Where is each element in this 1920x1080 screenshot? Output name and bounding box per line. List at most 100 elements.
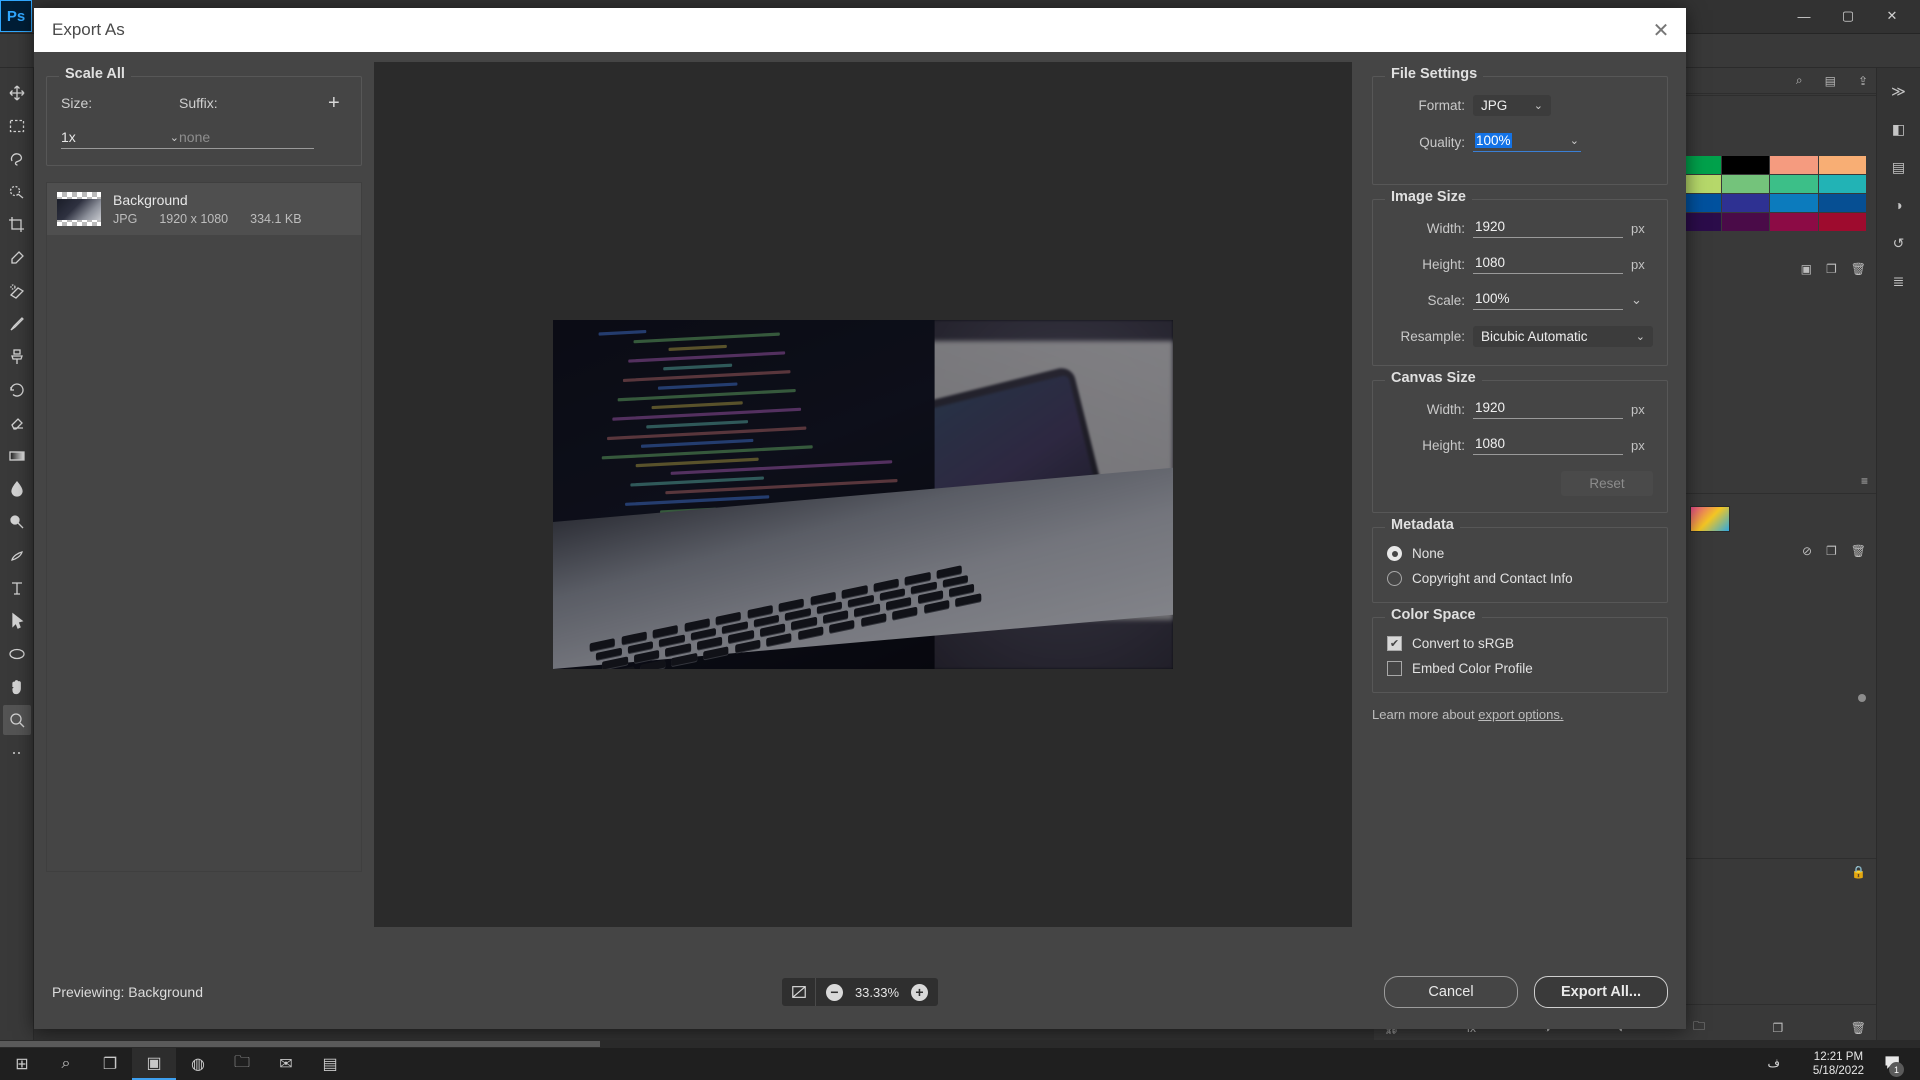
search-icon[interactable]: ⌕ [1796, 73, 1803, 88]
crop-tool-icon[interactable] [3, 210, 31, 240]
metadata-copyright-option[interactable]: Copyright and Contact Info [1387, 571, 1653, 586]
eyedropper-tool-icon[interactable] [3, 243, 31, 273]
hand-tool-icon[interactable] [3, 672, 31, 702]
swatch-chip[interactable] [1770, 156, 1818, 174]
more-tools-icon[interactable] [3, 738, 31, 768]
chevron-down-icon: ⌄ [1635, 331, 1645, 343]
swatch-chip[interactable] [1721, 194, 1769, 212]
close-icon[interactable]: ✕ [1644, 14, 1678, 46]
preview-stage[interactable] [374, 62, 1352, 927]
lock-icon[interactable]: 🔒 [1851, 865, 1866, 879]
type-tool-icon[interactable] [3, 573, 31, 603]
minimize-button[interactable]: — [1782, 2, 1826, 30]
start-button-icon[interactable]: ⊞ [0, 1048, 44, 1080]
clock[interactable]: 12:21 PM 5/18/2022 [1813, 1048, 1864, 1080]
asset-filesize: 334.1 KB [250, 212, 302, 226]
taskbar-app-browser[interactable]: ◍ [176, 1048, 220, 1080]
blur-tool-icon[interactable] [3, 474, 31, 504]
swatch-chip[interactable] [1770, 175, 1818, 193]
marquee-tool-icon[interactable] [3, 111, 31, 141]
chevron-down-icon[interactable]: ⌄ [1631, 292, 1653, 308]
new-group-icon[interactable]: 🗀 [1693, 1017, 1705, 1038]
suffix-input[interactable]: none [179, 129, 314, 149]
convert-srgb-option[interactable]: ✔ Convert to sRGB [1387, 636, 1653, 651]
zoom-tool-icon[interactable] [2, 705, 31, 735]
delete-layer-icon[interactable]: 🗑 [1851, 1021, 1866, 1035]
layers-panel-icon[interactable]: ≣ [1887, 270, 1911, 292]
clone-stamp-tool-icon[interactable] [3, 342, 31, 372]
zoom-in-button[interactable]: + [911, 983, 928, 1001]
panel-menu-icon[interactable]: ≡ [1861, 474, 1868, 488]
pen-tool-icon[interactable] [3, 540, 31, 570]
move-tool-icon[interactable] [3, 78, 31, 108]
reset-button[interactable]: Reset [1561, 471, 1653, 496]
swatch-chip[interactable] [1818, 213, 1866, 231]
swatch-chip[interactable] [1721, 213, 1769, 231]
search-icon[interactable]: ⌕ [44, 1048, 88, 1080]
color-panel-icon[interactable]: ◧ [1887, 118, 1911, 140]
cancel-button[interactable]: Cancel [1384, 976, 1518, 1008]
image-height-input[interactable]: 1080 [1473, 254, 1623, 274]
quality-input[interactable]: 100% ⌄ [1473, 132, 1581, 152]
collapse-dock-icon[interactable]: ≫ [1887, 80, 1911, 102]
new-group-icon[interactable]: ▣ [1801, 262, 1812, 276]
canvas-height-input[interactable]: 1080 [1473, 435, 1623, 455]
format-select[interactable]: JPG ⌄ [1473, 95, 1551, 116]
brush-tool-icon[interactable] [3, 309, 31, 339]
language-indicator[interactable]: ف [1768, 1056, 1780, 1070]
swatch-chip[interactable] [1818, 194, 1866, 212]
swatch-chip[interactable] [1721, 156, 1769, 174]
taskbar-app-mail[interactable]: ✉ [264, 1048, 308, 1080]
swatch-chip[interactable] [1818, 175, 1866, 193]
spot-healing-tool-icon[interactable] [3, 276, 31, 306]
export-options-link[interactable]: export options. [1478, 707, 1563, 722]
dodge-tool-icon[interactable] [3, 507, 31, 537]
history-brush-tool-icon[interactable] [3, 375, 31, 405]
resample-select[interactable]: Bicubic Automatic ⌄ [1473, 326, 1653, 347]
asset-list-item[interactable]: Background JPG 1920 x 1080 334.1 KB [47, 183, 361, 235]
quick-selection-tool-icon[interactable] [3, 177, 31, 207]
task-view-icon[interactable]: ❐ [88, 1048, 132, 1080]
slider-handle[interactable] [1858, 694, 1866, 702]
libraries-panel-icon[interactable]: ▤ [1887, 156, 1911, 178]
path-selection-tool-icon[interactable] [3, 606, 31, 636]
horizontal-scrollbar[interactable] [0, 1040, 1920, 1048]
eraser-tool-icon[interactable] [3, 408, 31, 438]
new-swatch-icon[interactable]: ❐ [1826, 262, 1837, 276]
delete-swatch-icon[interactable]: 🗑 [1851, 262, 1866, 276]
taskbar-app-photoshop[interactable]: ▣ [132, 1048, 176, 1080]
panel-toggle-icon[interactable]: ▤ [1825, 74, 1836, 88]
canvas-width-input[interactable]: 1920 [1473, 399, 1623, 419]
zoom-out-button[interactable]: − [826, 983, 843, 1001]
maximize-button[interactable]: ▢ [1826, 2, 1870, 30]
new-layer-icon[interactable]: ❐ [1773, 1021, 1784, 1035]
swatch-chip[interactable] [1818, 156, 1866, 174]
fit-to-screen-icon[interactable] [782, 978, 816, 1006]
export-all-button[interactable]: Export All... [1534, 976, 1668, 1008]
lasso-tool-icon[interactable] [3, 144, 31, 174]
delete-gradient-icon[interactable]: 🗑 [1851, 544, 1866, 558]
share-icon[interactable]: ⇪ [1858, 74, 1868, 88]
adjustments-panel-icon[interactable]: ◑ [1887, 194, 1911, 216]
no-gradient-icon[interactable]: ⊘ [1802, 544, 1812, 558]
taskbar-app-explorer[interactable]: 🗀 [220, 1048, 264, 1080]
taskbar-app-store[interactable]: ▤ [308, 1048, 352, 1080]
add-scale-button[interactable]: + [328, 93, 340, 113]
image-width-input[interactable]: 1920 [1473, 218, 1623, 238]
swatch-chip[interactable] [1770, 194, 1818, 212]
image-scale-input[interactable]: 100% [1473, 290, 1623, 310]
gradient-chip[interactable] [1690, 506, 1730, 532]
size-select[interactable]: 1x ⌄ [61, 129, 179, 149]
chevron-down-icon[interactable]: ⌄ [1570, 134, 1579, 147]
close-window-button[interactable]: ✕ [1870, 2, 1914, 30]
new-gradient-icon[interactable]: ❐ [1826, 544, 1837, 558]
shape-tool-icon[interactable] [3, 639, 31, 669]
metadata-none-option[interactable]: None [1387, 546, 1653, 561]
history-panel-icon[interactable]: ↺ [1887, 232, 1911, 254]
embed-profile-option[interactable]: Embed Color Profile [1387, 661, 1653, 676]
notifications-icon[interactable]: 1 [1882, 1053, 1906, 1077]
radio-icon [1387, 546, 1402, 561]
swatch-chip[interactable] [1721, 175, 1769, 193]
gradient-tool-icon[interactable] [3, 441, 31, 471]
swatch-chip[interactable] [1770, 213, 1818, 231]
